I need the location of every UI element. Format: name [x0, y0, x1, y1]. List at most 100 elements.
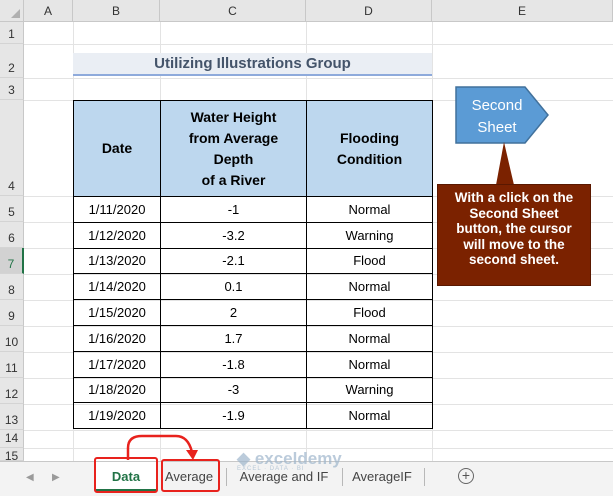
row-header-4[interactable]: 4 — [0, 100, 24, 196]
row-number: 1 — [8, 27, 15, 41]
row-header-13[interactable]: 13 — [0, 404, 24, 430]
river-data-table: Date Water Height from Average Depth of … — [73, 100, 433, 430]
row-header-14[interactable]: 14 — [0, 430, 24, 448]
row-number: 14 — [4, 431, 19, 445]
button-text: Sheet — [477, 119, 517, 136]
callout-text: will move to the — [463, 236, 565, 252]
cell-condition[interactable]: Flood — [306, 299, 433, 326]
row-header-10[interactable]: 10 — [0, 326, 24, 352]
scroll-left-icon[interactable]: ◀ — [26, 472, 34, 483]
tab-separator — [226, 468, 227, 486]
add-sheet-icon[interactable]: + — [458, 468, 474, 484]
cell-date[interactable]: 1/14/2020 — [73, 273, 161, 301]
cell-condition[interactable]: Normal — [306, 350, 433, 378]
row-number: 11 — [5, 361, 18, 375]
callout-text: Second Sheet — [469, 205, 559, 221]
row-header-3[interactable]: 3 — [0, 78, 24, 100]
second-sheet-button[interactable]: Second Sheet — [455, 86, 549, 144]
cell-height[interactable]: -3.2 — [160, 221, 307, 249]
header-date[interactable]: Date — [73, 100, 161, 197]
row-number: 7 — [7, 257, 15, 271]
cell-date[interactable]: 1/11/2020 — [73, 196, 161, 223]
row-header-9[interactable]: 9 — [0, 300, 24, 326]
cell-condition[interactable]: Normal — [306, 196, 433, 223]
row-header-11[interactable]: 11 — [0, 352, 24, 378]
cell-height[interactable]: -3 — [160, 376, 307, 404]
tab-averageif[interactable]: AverageIF — [346, 462, 418, 492]
cell-date[interactable]: 1/17/2020 — [73, 350, 161, 378]
row-header-1[interactable]: 1 — [0, 22, 24, 44]
header-text: Date — [101, 140, 133, 156]
callout-note: With a click on the Second Sheet button,… — [437, 184, 591, 286]
row-header-2[interactable]: 2 — [0, 44, 24, 78]
header-text: from Average — [188, 129, 279, 146]
select-all-triangle-icon — [11, 9, 20, 18]
row-header-12[interactable]: 12 — [0, 378, 24, 404]
callout-text: button, the cursor — [456, 221, 572, 236]
cell-condition[interactable]: Normal — [306, 402, 433, 430]
cell-date[interactable]: 1/13/2020 — [73, 247, 161, 275]
table-header-row: Date Water Height from Average Depth of … — [73, 100, 433, 197]
row-number: 6 — [8, 231, 15, 245]
row-number: 4 — [8, 179, 15, 193]
row-number: 12 — [4, 387, 19, 401]
row-number: 13 — [4, 413, 19, 427]
cell-condition[interactable]: Normal — [306, 324, 433, 352]
gridline — [24, 44, 613, 45]
cell-condition[interactable]: Normal — [306, 273, 433, 301]
table-row: 1/15/2020 2 Flood — [73, 299, 433, 326]
gridline — [24, 78, 613, 79]
cell-condition[interactable]: Warning — [306, 221, 433, 249]
table-row: 1/18/2020 -3 Warning — [73, 376, 433, 404]
header-water-height[interactable]: Water Height from Average Depth of a Riv… — [160, 100, 307, 197]
callout-text: second sheet. — [468, 252, 560, 267]
table-row: 1/19/2020 -1.9 Normal — [73, 402, 433, 430]
cell-height[interactable]: -2.1 — [160, 247, 307, 275]
cell-condition[interactable]: Flood — [306, 247, 433, 275]
row-number: 5 — [8, 205, 15, 219]
cell-date[interactable]: 1/19/2020 — [73, 402, 161, 430]
column-header-c[interactable]: C — [160, 0, 306, 22]
cell-condition[interactable]: Warning — [306, 376, 433, 404]
cell-height[interactable]: -1.9 — [160, 402, 307, 430]
cell-date[interactable]: 1/15/2020 — [73, 299, 161, 326]
row-header-5[interactable]: 5 — [0, 196, 24, 222]
button-text: Second — [472, 97, 523, 114]
column-header-e[interactable]: E — [432, 0, 613, 22]
tab-separator — [424, 468, 425, 486]
annotation-arrowhead — [186, 450, 198, 460]
callout-text: With a click on the — [454, 190, 574, 205]
header-text: Depth — [213, 150, 254, 167]
row-header-7[interactable]: 7 — [0, 248, 24, 274]
cell-date[interactable]: 1/18/2020 — [73, 376, 161, 404]
row-number: 15 — [4, 449, 19, 461]
column-header-b[interactable]: B — [73, 0, 160, 22]
select-all-button[interactable] — [0, 0, 24, 22]
exceldemy-watermark: ◆ exceldemy EXCEL · DATA · BI — [237, 449, 342, 472]
spreadsheet: A B C D E 1 2 3 4 5 6 7 8 9 10 11 12 13 … — [0, 0, 613, 496]
cell-height[interactable]: 2 — [160, 299, 307, 326]
column-header-d[interactable]: D — [306, 0, 432, 22]
row-header-15[interactable]: 15 — [0, 448, 24, 461]
table-row: 1/12/2020 -3.2 Warning — [73, 221, 433, 249]
row-number: 3 — [8, 83, 15, 97]
header-text: Condition — [336, 150, 403, 167]
cell-height[interactable]: 1.7 — [160, 324, 307, 352]
row-number: 10 — [4, 335, 19, 349]
row-header-6[interactable]: 6 — [0, 222, 24, 248]
annotation-arrow-path — [126, 434, 194, 460]
annotation-arrow-icon — [126, 434, 198, 460]
cell-height[interactable]: -1.8 — [160, 350, 307, 378]
cell-date[interactable]: 1/12/2020 — [73, 221, 161, 249]
column-header-a[interactable]: A — [24, 0, 73, 22]
row-number: 8 — [8, 283, 15, 297]
header-flooding-condition[interactable]: Flooding Condition — [306, 100, 433, 197]
table-row: 1/14/2020 0.1 Normal — [73, 273, 433, 301]
cell-date[interactable]: 1/16/2020 — [73, 324, 161, 352]
row-header-8[interactable]: 8 — [0, 274, 24, 300]
cell-height[interactable]: 0.1 — [160, 273, 307, 301]
scroll-right-icon[interactable]: ▶ — [52, 472, 60, 483]
row-number: 2 — [8, 61, 15, 75]
cell-height[interactable]: -1 — [160, 196, 307, 223]
tab-separator — [342, 468, 343, 486]
